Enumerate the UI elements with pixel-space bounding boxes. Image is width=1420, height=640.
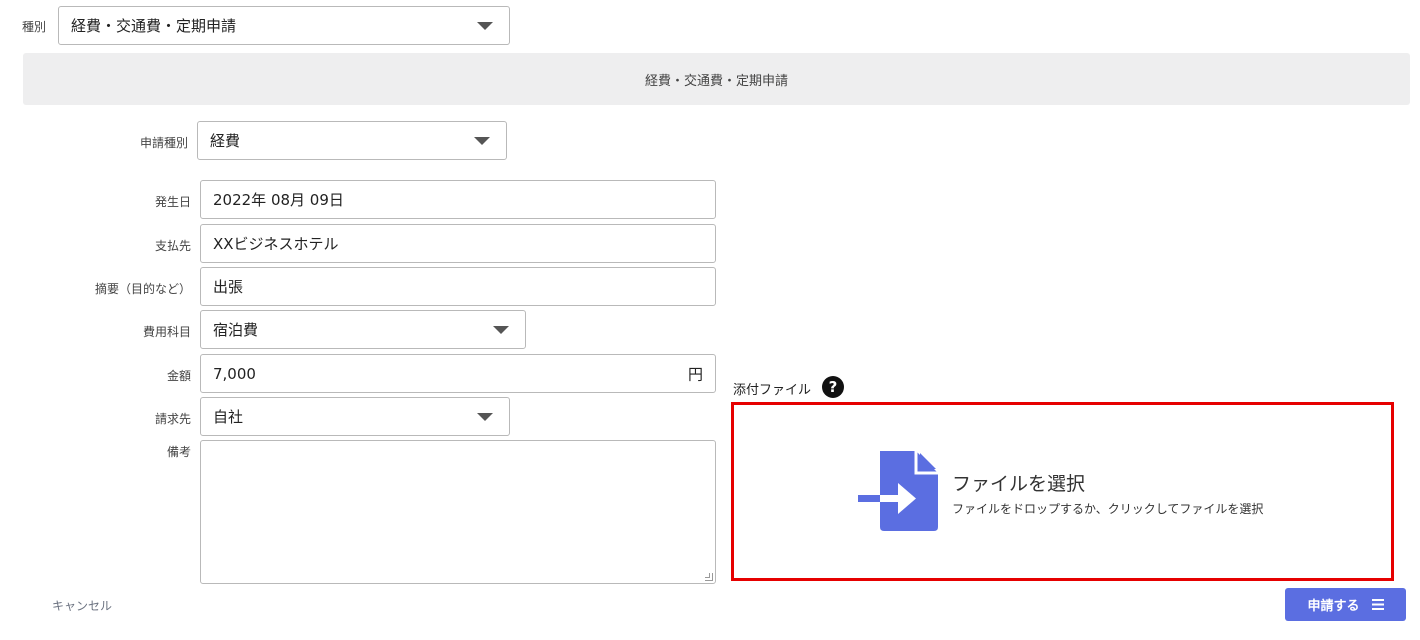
date-value: 2022年 08月 09日 <box>213 191 344 209</box>
amount-value: 7,000 <box>213 364 256 383</box>
summary-field[interactable]: 出張 <box>200 267 716 306</box>
file-import-icon <box>858 451 938 531</box>
section-header: 経費・交通費・定期申請 <box>23 53 1410 105</box>
expense-item-label: 費用科目 <box>142 325 191 339</box>
notes-label: 備考 <box>166 445 191 459</box>
drop-zone-title: ファイルを選択 <box>952 473 1086 495</box>
category-label: 種別 <box>22 20 47 34</box>
payee-value: XXビジネスホテル <box>213 235 339 253</box>
application-type-label: 申請種別 <box>139 136 188 150</box>
expense-item-select[interactable]: 宿泊費 <box>200 310 526 349</box>
chevron-down-icon <box>477 412 493 421</box>
payee-label: 支払先 <box>154 239 191 253</box>
amount-label: 金額 <box>166 369 191 383</box>
drop-zone-subtitle: ファイルをドロップするか、クリックしてファイルを選択 <box>952 502 1264 516</box>
file-drop-zone[interactable]: ファイルを選択 ファイルをドロップするか、クリックしてファイルを選択 <box>731 402 1394 581</box>
menu-icon <box>1371 599 1384 610</box>
payee-field[interactable]: XXビジネスホテル <box>200 224 716 263</box>
date-field[interactable]: 2022年 08月 09日 <box>200 180 716 219</box>
attachment-label: 添付ファイル <box>733 383 812 398</box>
submit-button[interactable]: 申請する <box>1285 588 1406 621</box>
resize-handle-icon[interactable] <box>705 573 713 581</box>
expense-item-value: 宿泊費 <box>213 321 259 339</box>
application-type-value: 経費 <box>210 132 241 150</box>
submit-button-label: 申請する <box>1307 599 1360 614</box>
section-header-title: 経費・交通費・定期申請 <box>644 73 788 89</box>
chevron-down-icon <box>493 325 509 334</box>
category-select[interactable]: 経費・交通費・定期申請 <box>58 6 510 45</box>
summary-value: 出張 <box>213 278 244 296</box>
help-icon[interactable]: ? <box>822 376 844 398</box>
chevron-down-icon <box>477 21 493 30</box>
bill-to-select[interactable]: 自社 <box>200 397 510 436</box>
chevron-down-icon <box>474 136 490 145</box>
application-type-select[interactable]: 経費 <box>197 121 507 160</box>
date-label: 発生日 <box>154 195 191 209</box>
amount-unit: 円 <box>687 365 703 383</box>
bill-to-value: 自社 <box>213 408 244 426</box>
cancel-button[interactable]: キャンセル <box>52 597 112 614</box>
amount-field[interactable]: 7,000 円 <box>200 354 716 393</box>
category-select-value: 経費・交通費・定期申請 <box>71 17 237 35</box>
summary-label: 摘要（目的など） <box>94 282 191 296</box>
bill-to-label: 請求先 <box>154 412 191 426</box>
notes-textarea[interactable] <box>200 440 716 584</box>
help-icon-glyph: ? <box>828 378 838 396</box>
